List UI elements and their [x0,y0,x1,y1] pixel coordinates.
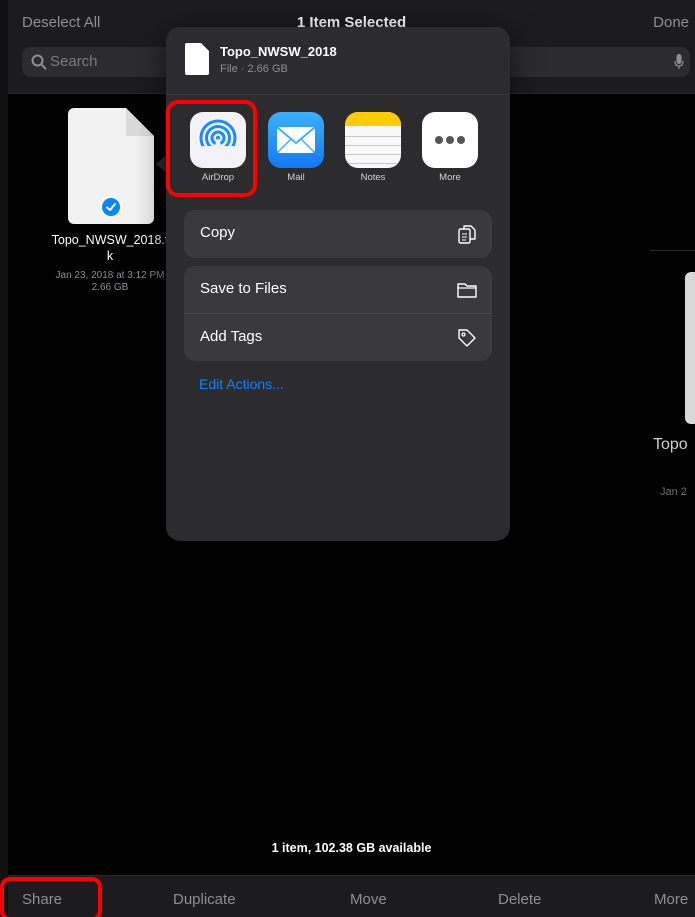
duplicate-button[interactable]: Duplicate [173,891,236,908]
file-actions-group: Save to Files Add Tags [184,266,492,361]
microphone-icon[interactable] [674,54,684,70]
search-placeholder: Search [50,53,98,70]
app-label: Notes [360,172,386,183]
share-file-title: Topo_NWSW_2018 [220,44,337,59]
search-icon [31,54,47,70]
move-button[interactable]: Move [350,891,387,908]
airdrop-highlight [166,100,257,197]
selected-checkmark-icon [100,196,122,218]
divider [650,250,695,251]
mail-icon [268,112,324,168]
share-file-subtitle: File · 2.66 GB [220,63,288,75]
save-to-files-label: Save to Files [200,280,287,297]
more-button[interactable]: More [654,891,688,908]
notes-icon [345,112,401,168]
add-tags-action[interactable]: Add Tags [184,314,492,362]
document-icon [185,43,209,75]
copy-label: Copy [200,224,236,241]
copy-group: Copy [184,210,492,258]
app-label: Mail [287,172,305,183]
files-app-screen: Deselect All 1 Item Selected Done Search [8,0,695,917]
tag-icon [458,329,476,347]
share-sheet-header: Topo_NWSW_2018 File · 2.66 GB [166,27,510,95]
file-date-partial: Jan 2 [660,486,687,498]
document-thumbnail-partial[interactable] [685,272,695,424]
storage-status: 1 item, 102.38 GB available [271,841,432,855]
file-name-partial: Topo [653,436,688,453]
app-label: More [439,172,461,183]
document-thumbnail [68,108,154,224]
folder-icon [457,283,477,298]
done-button[interactable]: Done [653,14,689,31]
save-to-files-action[interactable]: Save to Files [184,266,492,314]
device-frame: Deselect All 1 Item Selected Done Search [0,0,695,917]
bottom-toolbar: Share Duplicate Move Delete More [8,875,695,917]
share-highlight [0,877,102,917]
delete-button[interactable]: Delete [498,891,541,908]
copy-icon [458,225,476,244]
edit-actions-link[interactable]: Edit Actions... [199,376,284,392]
add-tags-label: Add Tags [200,328,263,345]
copy-action[interactable]: Copy [184,210,492,258]
more-icon [422,112,478,168]
